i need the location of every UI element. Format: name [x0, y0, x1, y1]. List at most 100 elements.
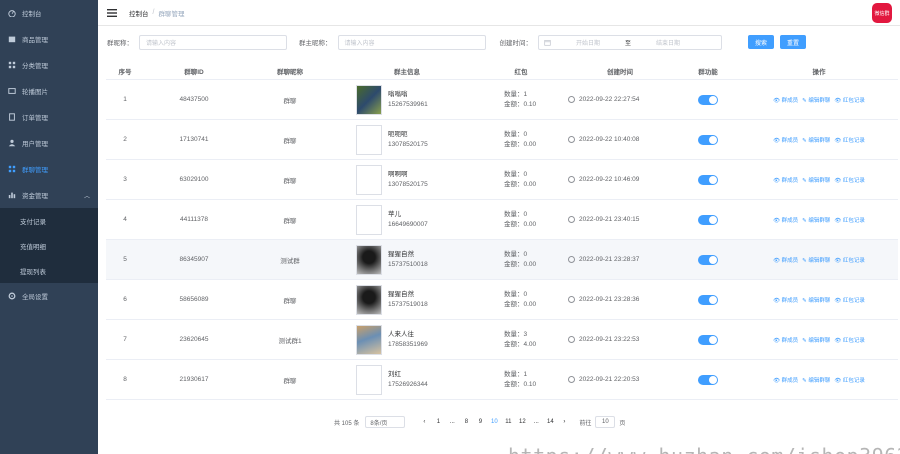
column-header: 序号: [118, 68, 132, 76]
members-link[interactable]: 👁 群成员: [773, 376, 798, 384]
date-range-picker[interactable]: 开始日期 至 结束日期: [538, 34, 722, 50]
page-number[interactable]: 12: [516, 416, 528, 428]
sidebar-item-finance[interactable]: 资金管理 ︿: [0, 182, 98, 208]
created-time: 2022-09-21 23:28:36: [564, 296, 676, 303]
owner-text: 刘红 17526926344: [388, 370, 428, 390]
sidebar-item-dashboard[interactable]: 控制台: [0, 0, 98, 26]
hamburger-icon[interactable]: [107, 8, 117, 17]
table-row: 4 44111378 群聊 苹儿 16649690007 数量：0 金额：0.00 2022-…: [106, 200, 898, 240]
red-packet-records-link[interactable]: 👁 红包记录: [834, 256, 865, 264]
owner-text: 啊啊啊 13078520175: [388, 170, 428, 190]
end-date-input[interactable]: 结束日期: [639, 38, 697, 47]
red-packet-count: 数量：0: [504, 130, 528, 138]
group-function-toggle[interactable]: [698, 334, 718, 345]
group-function-toggle[interactable]: [698, 94, 718, 105]
start-date-input[interactable]: 开始日期: [559, 38, 617, 47]
page-size-select[interactable]: 8条/页: [365, 416, 406, 428]
group-function-toggle[interactable]: [698, 254, 718, 265]
page-number[interactable]: 10: [488, 416, 500, 428]
pagination: 共 105 条 8条/页 ‹ 1... 8 9 10 11 12... 14 › 前往 10…: [334, 415, 625, 429]
reset-button[interactable]: 重置: [780, 35, 806, 49]
members-link[interactable]: 👁 群成员: [773, 176, 798, 184]
breadcrumb-home[interactable]: 控制台: [129, 8, 149, 18]
goto-page-input[interactable]: 10: [595, 416, 616, 428]
red-packet-records-link[interactable]: 👁 红包记录: [834, 296, 865, 304]
red-packet-records-link[interactable]: 👁 红包记录: [834, 96, 865, 104]
sidebar-item-goods[interactable]: 商品管理: [0, 26, 98, 52]
group-name-input[interactable]: 请输入内容: [139, 34, 287, 50]
sidebar-item-banner[interactable]: 轮播图片: [0, 78, 98, 104]
members-link[interactable]: 👁 群成员: [773, 296, 798, 304]
page-number[interactable]: 1: [432, 416, 444, 428]
search-button[interactable]: 搜索: [748, 35, 774, 49]
owner-avatar: [356, 364, 382, 395]
group-id: 48437500: [179, 96, 209, 103]
owner-name: 呃呃呃: [388, 130, 408, 138]
group-name: 群聊: [283, 177, 297, 185]
sidebar-subitem-recharge[interactable]: 充值明细: [0, 233, 98, 258]
edit-group-link[interactable]: ✎ 编辑群聊: [802, 176, 830, 184]
owner-avatar: [356, 244, 382, 275]
edit-group-link[interactable]: ✎ 编辑群聊: [802, 136, 830, 144]
sidebar-subitem-payment[interactable]: 支付记录: [0, 208, 98, 233]
red-packet-records-link[interactable]: 👁 红包记录: [834, 176, 865, 184]
goto-label: 前往: [579, 420, 592, 427]
group-table: 序号 群聊ID 群聊昵称 群主信息 红包 创建时间 群功能 操作 1 484375…: [106, 62, 898, 400]
members-link[interactable]: 👁 群成员: [773, 256, 798, 264]
owner-text: 人来人往 17858351969: [388, 330, 428, 350]
page-number[interactable]: 9: [474, 416, 486, 428]
group-name: 群聊: [283, 217, 297, 225]
group-function-toggle[interactable]: [698, 214, 718, 225]
sidebar-item-label: 分类管理: [22, 63, 48, 70]
group-function-toggle[interactable]: [698, 134, 718, 145]
edit-group-link[interactable]: ✎ 编辑群聊: [802, 96, 830, 104]
red-packet-records-link[interactable]: 👁 红包记录: [834, 336, 865, 344]
members-label: 群成员: [781, 337, 799, 344]
owner-phone: 17526926344: [388, 380, 428, 388]
owner-info: 人来人往 17858351969: [336, 324, 478, 355]
owner-info: 呃呃呃 13078520175: [336, 124, 478, 155]
red-packet-records-link[interactable]: 👁 红包记录: [834, 136, 865, 144]
members-link[interactable]: 👁 群成员: [773, 96, 798, 104]
page-ellipsis[interactable]: ...: [530, 416, 542, 428]
red-packet-count: 数量：0: [504, 210, 528, 218]
group-function-toggle[interactable]: [698, 174, 718, 185]
sidebar-item-order[interactable]: 订单管理: [0, 104, 98, 130]
members-link[interactable]: 👁 群成员: [773, 136, 798, 144]
next-page-button[interactable]: ›: [558, 416, 570, 428]
edit-group-link[interactable]: ✎ 编辑群聊: [802, 376, 830, 384]
goto-unit: 页: [619, 420, 626, 427]
sidebar-item-category[interactable]: 分类管理: [0, 52, 98, 78]
members-link[interactable]: 👁 群成员: [773, 216, 798, 224]
owner-name-input[interactable]: 请输入内容: [337, 34, 486, 50]
table-row: 7 23620645 测试群1 人来人往 17858351969 数量：3 金额：4.00 2…: [106, 320, 898, 360]
edit-group-link[interactable]: ✎ 编辑群聊: [802, 256, 830, 264]
red-packet-records-label: 红包记录: [842, 337, 865, 344]
red-packet-count: 数量：0: [504, 170, 528, 178]
members-label: 群成员: [781, 177, 799, 184]
group-function-toggle[interactable]: [698, 374, 718, 385]
red-packet-records-link[interactable]: 👁 红包记录: [834, 376, 865, 384]
owner-name: 人来人往: [388, 330, 414, 338]
members-link[interactable]: 👁 群成员: [773, 336, 798, 344]
page-number[interactable]: 14: [544, 416, 556, 428]
avatar[interactable]: 微信群: [872, 3, 892, 23]
edit-group-link[interactable]: ✎ 编辑群聊: [802, 336, 830, 344]
sidebar-item-group[interactable]: 群聊管理: [0, 156, 98, 182]
group-function-toggle[interactable]: [698, 294, 718, 305]
page-number[interactable]: 11: [502, 416, 514, 428]
table-row: 6 58656089 群聊 猩猩自然 15737519018 数量：0 金额：0.00 202…: [106, 280, 898, 320]
sidebar-item-settings[interactable]: 全局设置: [0, 283, 98, 309]
red-packet-records-link[interactable]: 👁 红包记录: [834, 216, 865, 224]
row-actions: 👁 群成员 ✎ 编辑群聊 👁 红包记录: [740, 256, 898, 264]
prev-page-button[interactable]: ‹: [418, 416, 430, 428]
sidebar-item-user[interactable]: 用户管理: [0, 130, 98, 156]
breadcrumb-current: 群聊管理: [158, 10, 185, 18]
owner-name: 苹儿: [388, 210, 401, 218]
page-ellipsis[interactable]: ...: [446, 416, 458, 428]
row-actions: 👁 群成员 ✎ 编辑群聊 👁 红包记录: [740, 376, 898, 384]
sidebar-subitem-withdraw[interactable]: 提现列表: [0, 258, 98, 283]
edit-group-link[interactable]: ✎ 编辑群聊: [802, 296, 830, 304]
edit-group-link[interactable]: ✎ 编辑群聊: [802, 216, 830, 224]
page-number[interactable]: 8: [460, 416, 472, 428]
